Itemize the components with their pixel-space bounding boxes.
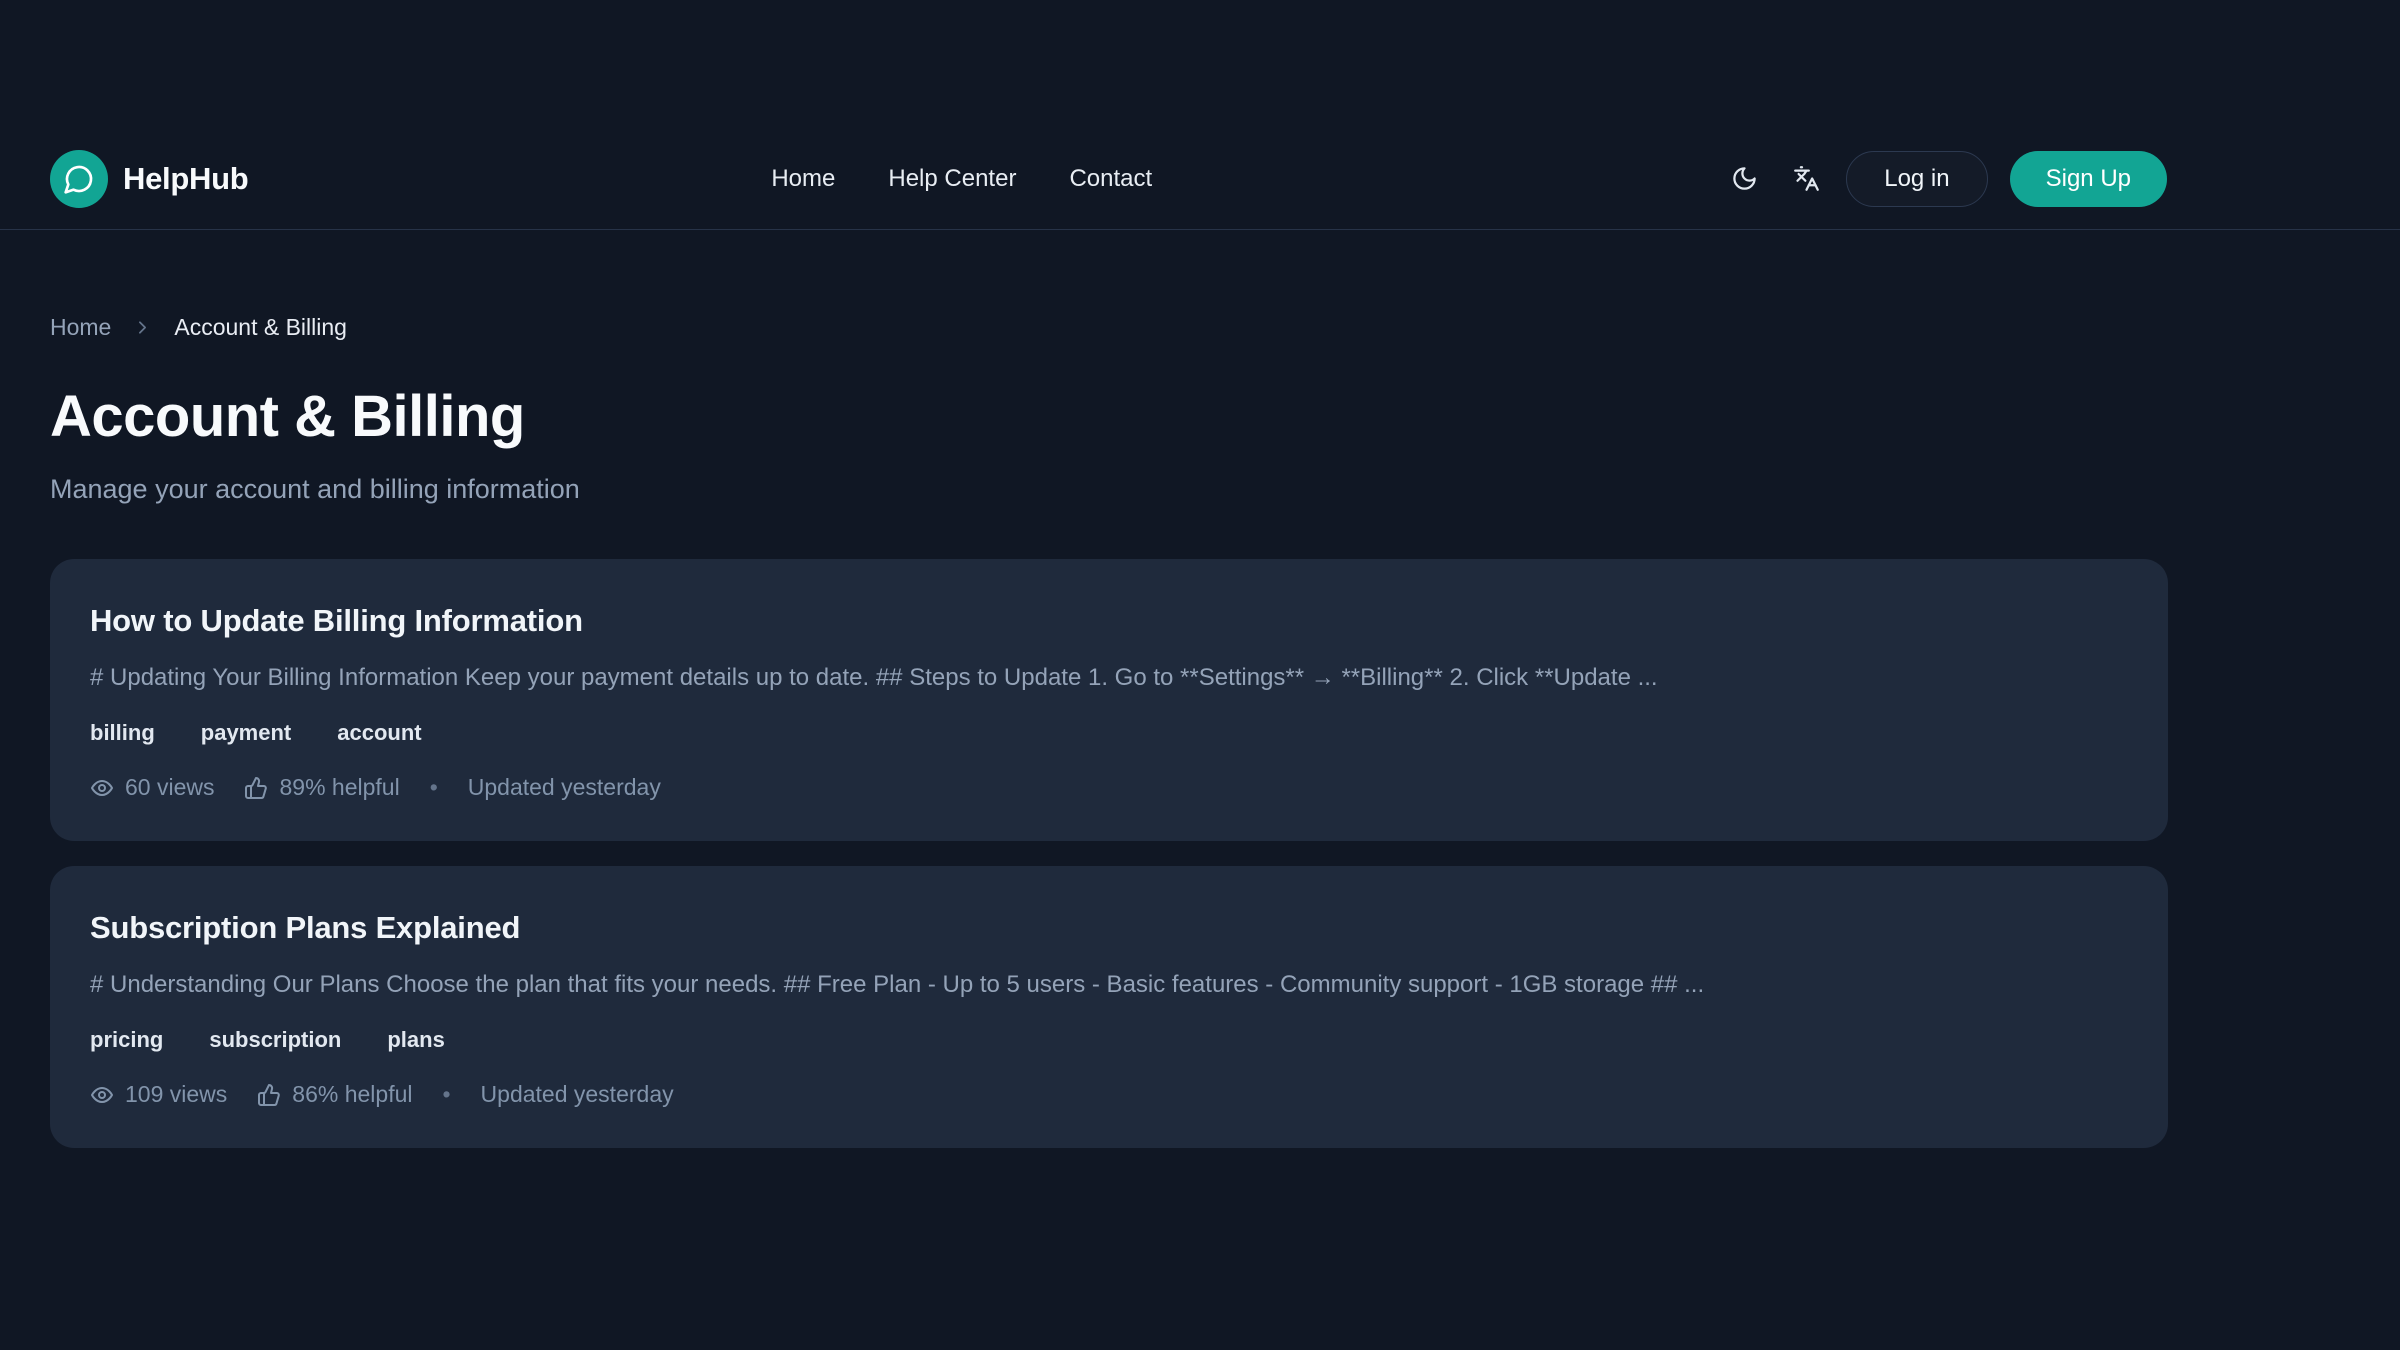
article-card-subscription-plans[interactable]: Subscription Plans Explained # Understan… <box>50 866 2168 1148</box>
signup-button[interactable]: Sign Up <box>2010 151 2167 207</box>
article-meta: 109 views 86% helpful • Updated yesterda… <box>90 1081 2128 1108</box>
article-excerpt: # Updating Your Billing Information Keep… <box>90 664 2128 692</box>
article-title: How to Update Billing Information <box>90 603 2128 639</box>
main-nav: Home Help Center Contact <box>771 165 1152 193</box>
tag: subscription <box>209 1027 341 1053</box>
article-card-billing-info[interactable]: How to Update Billing Information # Upda… <box>50 559 2168 841</box>
article-list: How to Update Billing Information # Upda… <box>50 559 2168 1148</box>
page-subtitle: Manage your account and billing informat… <box>50 474 2168 505</box>
updated-label: Updated yesterday <box>468 774 661 801</box>
views-stat: 60 views <box>90 774 214 801</box>
dot-separator: • <box>442 1081 450 1108</box>
header-actions: Log in Sign Up <box>1722 151 2167 207</box>
helpful-stat: 86% helpful <box>257 1081 412 1108</box>
moon-icon <box>1731 165 1758 192</box>
helpful-label: 89% helpful <box>279 774 399 801</box>
theme-toggle-button[interactable] <box>1722 157 1766 201</box>
tag: billing <box>90 720 155 746</box>
article-tags: pricing subscription plans <box>90 1027 2128 1053</box>
breadcrumb: Home Account & Billing <box>50 314 2168 341</box>
tag: pricing <box>90 1027 163 1053</box>
nav-contact[interactable]: Contact <box>1069 165 1152 193</box>
thumbs-up-icon <box>244 776 268 800</box>
chevron-right-icon <box>132 317 153 338</box>
views-label: 109 views <box>125 1081 227 1108</box>
tag: payment <box>201 720 291 746</box>
nav-help-center[interactable]: Help Center <box>888 165 1016 193</box>
language-button[interactable] <box>1784 157 1828 201</box>
logo-circle <box>50 150 108 208</box>
dot-separator: • <box>430 774 438 801</box>
languages-icon <box>1793 165 1820 192</box>
updated-label: Updated yesterday <box>481 1081 674 1108</box>
breadcrumb-current: Account & Billing <box>174 314 347 341</box>
site-header: HelpHub Home Help Center Contact Log in … <box>0 0 2400 230</box>
nav-home[interactable]: Home <box>771 165 835 193</box>
article-title: Subscription Plans Explained <box>90 910 2128 946</box>
brand-logo[interactable]: HelpHub <box>50 150 248 208</box>
article-meta: 60 views 89% helpful • Updated yesterday <box>90 774 2128 801</box>
thumbs-up-icon <box>257 1083 281 1107</box>
brand-name: HelpHub <box>123 161 248 197</box>
article-excerpt: # Understanding Our Plans Choose the pla… <box>90 971 2128 999</box>
helpful-label: 86% helpful <box>292 1081 412 1108</box>
page-title: Account & Billing <box>50 383 2168 450</box>
views-label: 60 views <box>125 774 214 801</box>
helpful-stat: 89% helpful <box>244 774 399 801</box>
article-tags: billing payment account <box>90 720 2128 746</box>
main-content: Home Account & Billing Account & Billing… <box>50 314 2168 1148</box>
message-bubble-icon <box>63 163 95 195</box>
tag: plans <box>387 1027 444 1053</box>
eye-icon <box>90 1083 114 1107</box>
login-button[interactable]: Log in <box>1846 151 1987 207</box>
breadcrumb-home[interactable]: Home <box>50 314 111 341</box>
views-stat: 109 views <box>90 1081 227 1108</box>
tag: account <box>337 720 421 746</box>
eye-icon <box>90 776 114 800</box>
